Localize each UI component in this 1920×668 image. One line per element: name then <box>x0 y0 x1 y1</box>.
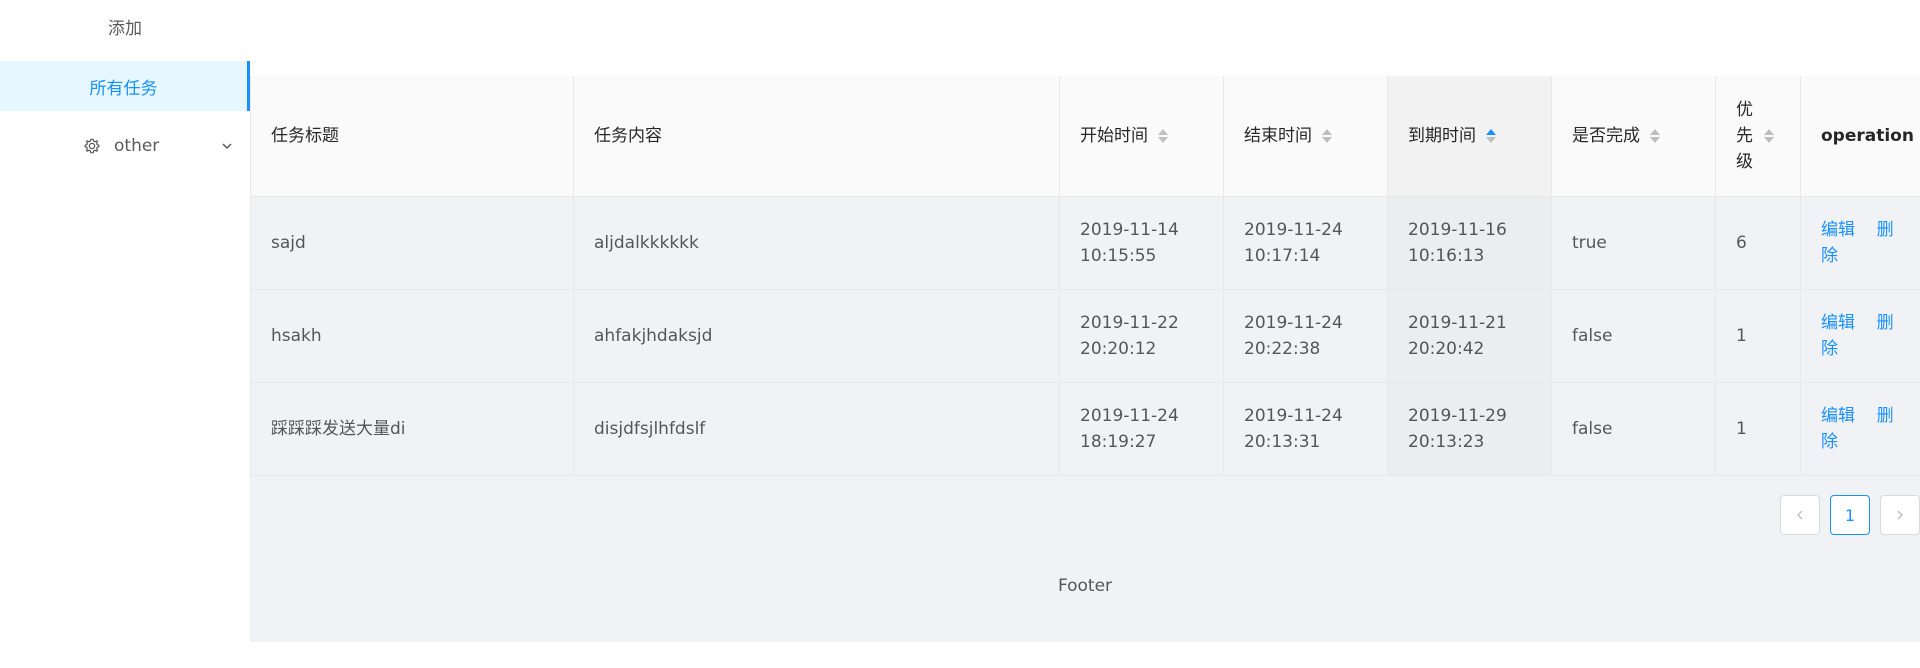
table-header-row: 任务标题 任务内容 开始时间 结束时间 到期时间 是否完成 优 先 级 oper… <box>250 76 1920 197</box>
pagination-prev-button[interactable] <box>1780 495 1820 535</box>
column-header-start[interactable]: 开始时间 <box>1059 76 1224 197</box>
column-title-label: 任务标题 <box>271 125 339 146</box>
table-row: 踩踩踩发送大量di disjdfsjlhfdslf 2019-11-24 18:… <box>250 382 1920 476</box>
column-header-done[interactable]: 是否完成 <box>1551 76 1716 197</box>
column-operation-label: operation <box>1821 125 1914 146</box>
cell-due: 2019-11-21 20:20:42 <box>1387 289 1552 383</box>
cell-content: ahfakjhdaksjd <box>573 289 1060 383</box>
cell-priority: 6 <box>1715 196 1801 290</box>
content-header <box>250 0 1920 76</box>
table-row: sajd aljdalkkkkkk 2019-11-14 10:15:55 20… <box>250 196 1920 290</box>
cell-title: sajd <box>250 196 574 290</box>
column-start-label: 开始时间 <box>1080 125 1148 146</box>
column-priority-label: 优 先 级 <box>1736 99 1753 172</box>
menu-item-add[interactable]: 添加 <box>0 0 250 52</box>
task-table: 任务标题 任务内容 开始时间 结束时间 到期时间 是否完成 优 先 级 oper… <box>250 76 1920 476</box>
cell-priority: 1 <box>1715 289 1801 383</box>
content-area: 任务标题 任务内容 开始时间 结束时间 到期时间 是否完成 优 先 级 oper… <box>250 0 1920 642</box>
sort-icon[interactable] <box>1650 128 1660 143</box>
table-row: hsakh ahfakjhdaksjd 2019-11-22 20:20:12 … <box>250 289 1920 383</box>
sort-ascending-icon[interactable] <box>1486 128 1496 143</box>
edit-link[interactable]: 编辑 <box>1821 313 1855 333</box>
cell-operation: 编辑 删除 <box>1800 196 1920 290</box>
cell-content: aljdalkkkkkk <box>573 196 1060 290</box>
cell-end: 2019-11-24 20:22:38 <box>1223 289 1388 383</box>
pagination-page-1[interactable]: 1 <box>1830 495 1870 535</box>
submenu-other[interactable]: other <box>0 121 250 171</box>
cell-operation: 编辑 删除 <box>1800 382 1920 476</box>
menu-item-all-tasks-label: 所有任务 <box>89 78 158 99</box>
cell-due: 2019-11-29 20:13:23 <box>1387 382 1552 476</box>
cell-done: false <box>1551 382 1716 476</box>
column-due-label: 到期时间 <box>1408 125 1476 146</box>
cell-title: 踩踩踩发送大量di <box>250 382 574 476</box>
cell-title: hsakh <box>250 289 574 383</box>
column-header-end[interactable]: 结束时间 <box>1223 76 1388 197</box>
column-end-label: 结束时间 <box>1244 125 1312 146</box>
cell-start: 2019-11-24 18:19:27 <box>1059 382 1224 476</box>
column-header-operation: operation <box>1800 76 1920 197</box>
chevron-down-icon <box>220 139 234 153</box>
main-layout: 任务标题 任务内容 开始时间 结束时间 到期时间 是否完成 优 先 级 oper… <box>250 0 1920 668</box>
footer: Footer <box>1057 576 1113 596</box>
column-done-label: 是否完成 <box>1572 125 1640 146</box>
sort-icon[interactable] <box>1158 128 1168 143</box>
column-content-label: 任务内容 <box>594 125 662 146</box>
menu-item-add-label: 添加 <box>108 18 142 39</box>
cell-start: 2019-11-22 20:20:12 <box>1059 289 1224 383</box>
cell-priority: 1 <box>1715 382 1801 476</box>
cell-operation: 编辑 删除 <box>1800 289 1920 383</box>
column-header-priority[interactable]: 优 先 级 <box>1715 76 1801 197</box>
gear-icon <box>84 138 100 154</box>
column-header-due[interactable]: 到期时间 <box>1387 76 1552 197</box>
cell-done: true <box>1551 196 1716 290</box>
cell-end: 2019-11-24 20:13:31 <box>1223 382 1388 476</box>
menu-item-all-tasks[interactable]: 所有任务 <box>0 61 250 111</box>
chevron-left-icon <box>1797 510 1803 520</box>
sort-icon[interactable] <box>1322 128 1332 143</box>
cell-start: 2019-11-14 10:15:55 <box>1059 196 1224 290</box>
column-header-title: 任务标题 <box>250 76 574 197</box>
column-header-content: 任务内容 <box>573 76 1060 197</box>
sort-icon[interactable] <box>1764 128 1774 143</box>
edit-link[interactable]: 编辑 <box>1821 220 1855 240</box>
cell-due: 2019-11-16 10:16:13 <box>1387 196 1552 290</box>
pagination-next-button[interactable] <box>1880 495 1920 535</box>
cell-end: 2019-11-24 10:17:14 <box>1223 196 1388 290</box>
cell-done: false <box>1551 289 1716 383</box>
edit-link[interactable]: 编辑 <box>1821 406 1855 426</box>
chevron-right-icon <box>1897 510 1903 520</box>
submenu-other-label: other <box>114 136 160 156</box>
cell-content: disjdfsjlhfdslf <box>573 382 1060 476</box>
sidebar: 添加 所有任务 other <box>0 0 250 668</box>
